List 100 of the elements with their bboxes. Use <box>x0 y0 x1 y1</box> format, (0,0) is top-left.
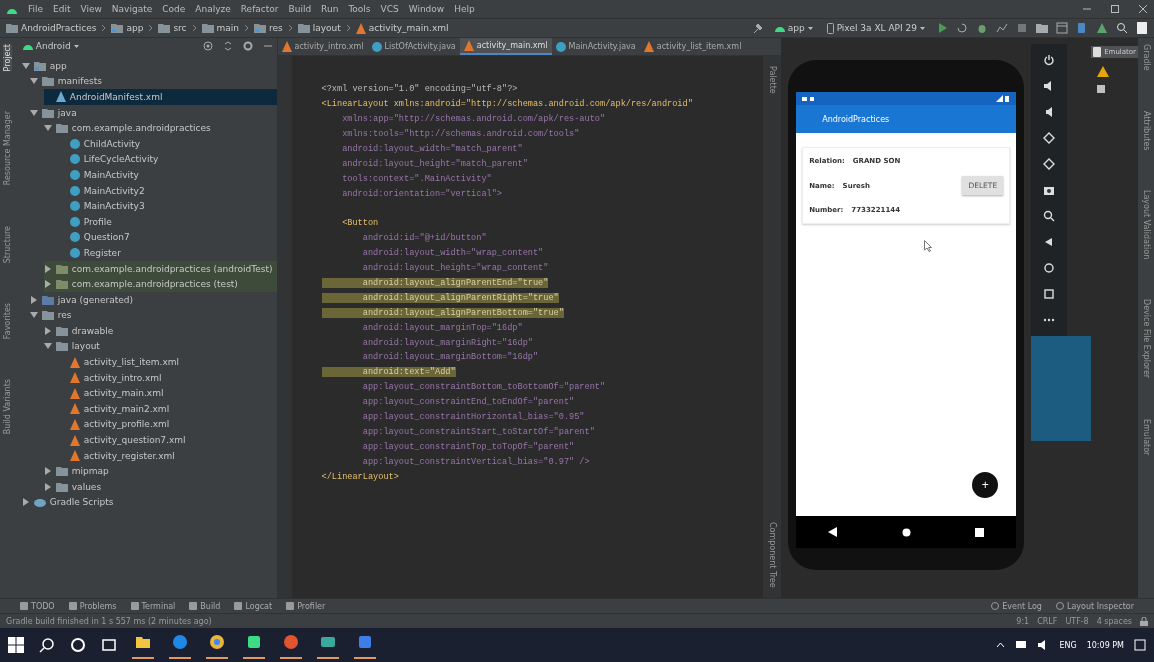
tree-item[interactable]: res <box>29 307 277 324</box>
editor-tab[interactable]: activity_list_item.xml <box>639 38 746 55</box>
menu-item[interactable]: Refactor <box>240 4 279 14</box>
tool-window-tab[interactable]: Layout Inspector <box>1055 601 1134 611</box>
tool-window-tab[interactable]: Gradle <box>1141 44 1151 71</box>
add-fab[interactable]: + <box>972 472 999 498</box>
tree-item[interactable]: activity_intro.xml <box>57 369 277 386</box>
code-line: android:layout_height="wrap_content" <box>361 263 549 274</box>
app-bar-title: AndroidPractices <box>796 105 1017 133</box>
code-line: android:layout_marginBottom="16dp" <box>361 352 539 363</box>
editor-tab[interactable]: ListOfActivity.java <box>367 38 460 55</box>
menu-item[interactable]: Build <box>288 4 312 14</box>
tree-item[interactable]: activity_register.xml <box>57 447 277 464</box>
breadcrumb-item[interactable]: layout <box>312 23 341 33</box>
menu-item[interactable]: VCS <box>380 4 399 14</box>
breadcrumb-item[interactable]: main <box>216 23 240 33</box>
tree-item[interactable]: java <box>29 104 277 121</box>
breadcrumb-item[interactable]: AndroidPractices <box>21 23 97 33</box>
tree-item[interactable]: com.example.androidpractices (test) <box>43 276 277 292</box>
tree-item[interactable]: mipmap <box>43 463 277 480</box>
code-line: xmlns:tools="http://schemas.android.com/tools" <box>341 129 580 140</box>
tree-item[interactable]: Gradle Scripts <box>15 494 277 511</box>
tree-item[interactable]: MainActivity3 <box>57 198 277 214</box>
tree-item[interactable]: layout <box>43 338 277 355</box>
tool-window-tab[interactable]: Attributes <box>1141 110 1151 151</box>
tool-window-tab[interactable]: Build <box>189 601 221 611</box>
tree-item[interactable]: manifests <box>29 73 277 90</box>
tool-window-tab[interactable]: Profiler <box>286 601 326 611</box>
status-item[interactable]: 4 spaces <box>1096 616 1132 626</box>
code-line: tools:context=".MainActivity" <box>341 173 492 184</box>
editor-tab[interactable]: activity_main.xml <box>459 38 552 55</box>
tree-item[interactable]: activity_question7.xml <box>57 432 277 448</box>
tree-item[interactable]: app <box>15 58 277 74</box>
menu-item[interactable]: Tools <box>348 4 371 14</box>
tool-window-tab[interactable]: Project <box>3 44 13 72</box>
tree-item[interactable]: com.example.androidpractices <box>43 120 277 136</box>
editor-tab[interactable]: activity_intro.xml <box>277 38 368 55</box>
code-line: xmlns:app="http://schemas.android.com/apk/res-auto" <box>341 114 606 125</box>
code-line: app:layout_constraintHorizontal_bias="0.95" <box>361 412 585 423</box>
code-line: <Button <box>341 218 379 229</box>
clock[interactable]: 10:09 PM <box>1086 640 1124 650</box>
editor-tab[interactable]: MainActivity.java <box>551 38 640 55</box>
designer-panel-tab[interactable]: Component Tree <box>767 522 777 588</box>
status-message: Gradle build finished in 1 s 557 ms (2 minutes ago) <box>6 616 212 626</box>
tool-window-tab[interactable]: Structure <box>3 225 13 263</box>
breadcrumb-item[interactable]: src <box>173 23 187 33</box>
device-dropdown[interactable]: Pixel 3a XL API 29 <box>823 21 928 35</box>
module-dropdown[interactable]: app <box>771 22 816 34</box>
breadcrumb-item[interactable]: activity_main.xml <box>368 23 449 33</box>
tool-window-tab[interactable]: Problems <box>68 601 117 611</box>
tree-item[interactable]: Question7 <box>57 229 277 246</box>
tree-item[interactable]: MainActivity2 <box>57 182 277 199</box>
tool-window-tab[interactable]: Favorites <box>3 302 13 340</box>
menu-item[interactable]: Run <box>321 4 339 14</box>
tree-item[interactable]: AndroidManifest.xml <box>43 89 277 105</box>
tree-item[interactable]: activity_list_item.xml <box>57 354 277 370</box>
tree-item[interactable]: java (generated) <box>29 291 277 308</box>
tree-item[interactable]: LifeCycleActivity <box>57 151 277 168</box>
tree-item[interactable]: Profile <box>57 213 277 230</box>
menu-item[interactable]: Navigate <box>111 4 153 14</box>
tool-window-tab[interactable]: Device File Explorer <box>1141 299 1151 379</box>
tool-window-tab[interactable]: Event Log <box>991 601 1042 611</box>
code-line: android:layout_height="match_parent" <box>341 158 528 169</box>
status-item[interactable]: CRLF <box>1037 616 1058 626</box>
menu-item[interactable]: Code <box>162 4 186 14</box>
tree-item[interactable]: activity_main2.xml <box>57 401 277 417</box>
code-line: android:id="@+id/button" <box>361 233 487 244</box>
designer-panel-tab[interactable]: Palette <box>767 66 777 94</box>
tree-item[interactable]: com.example.androidpractices (androidTest) <box>43 260 277 277</box>
code-line: <?xml version="1.0" encoding="utf-8"?> <box>321 84 518 95</box>
breadcrumb-item[interactable]: app <box>126 23 144 33</box>
status-item[interactable]: UTF-8 <box>1065 616 1089 626</box>
code-line: android:orientation="vertical"> <box>341 188 502 199</box>
tree-item[interactable]: values <box>43 479 277 495</box>
code-line: app:layout_constraintVertical_bias="0.97" /> <box>361 456 590 467</box>
status-item[interactable]: 9:1 <box>1016 616 1030 626</box>
menu-item[interactable]: Edit <box>53 4 71 14</box>
menu-item[interactable]: Window <box>408 4 445 14</box>
tree-item[interactable]: activity_profile.xml <box>57 416 277 433</box>
tree-item[interactable]: drawable <box>43 323 277 339</box>
tool-window-tab[interactable]: Logcat <box>234 601 273 611</box>
project-view-dropdown[interactable]: Android <box>19 40 82 52</box>
tool-window-tab[interactable]: TODO <box>20 601 55 611</box>
breadcrumb-item[interactable]: res <box>269 23 283 33</box>
tool-window-tab[interactable]: Build Variants <box>3 379 13 435</box>
tree-item[interactable]: activity_main.xml <box>57 385 277 402</box>
code-line: app:layout_constraintBottom_toBottomOf="parent" <box>361 382 606 393</box>
menu-item[interactable]: Analyze <box>195 4 231 14</box>
menu-item[interactable]: Help <box>454 4 475 14</box>
menu-item[interactable]: File <box>28 4 44 14</box>
tool-window-tab[interactable]: Emulator <box>1141 418 1151 455</box>
tree-item[interactable]: ChildActivity <box>57 135 277 152</box>
tree-item[interactable]: MainActivity <box>57 167 277 183</box>
menu-item[interactable]: View <box>80 4 102 14</box>
tool-window-tab[interactable]: Terminal <box>130 601 176 611</box>
tool-window-tab[interactable]: Resource Manager <box>3 111 13 186</box>
language-indicator[interactable]: ENG <box>1059 640 1077 650</box>
tool-window-tab[interactable]: Layout Validation <box>1141 190 1151 260</box>
code-line: app:layout_constraintTop_toTopOf="parent" <box>361 441 575 452</box>
tree-item[interactable]: Register <box>57 245 277 261</box>
